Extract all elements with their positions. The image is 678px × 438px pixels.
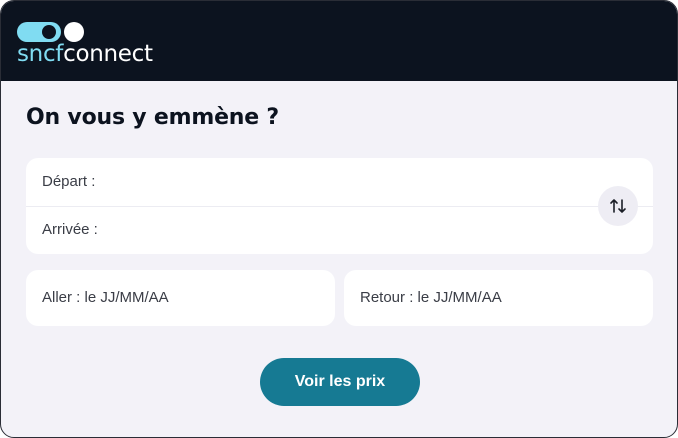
departure-field[interactable]: Départ : bbox=[42, 173, 95, 190]
swap-stations-button[interactable] bbox=[598, 186, 638, 226]
outbound-date-field[interactable]: Aller : le JJ/MM/AA bbox=[26, 270, 335, 326]
logo-toggle-knob bbox=[42, 25, 56, 39]
logo-wordmark[interactable]: sncfconnect bbox=[17, 41, 153, 67]
return-date-label: Retour : le JJ/MM/AA bbox=[360, 289, 502, 306]
arrival-field[interactable]: Arrivée : bbox=[42, 221, 98, 238]
logo-prefix: sncf bbox=[17, 41, 64, 67]
see-prices-button[interactable]: Voir les prix bbox=[260, 358, 420, 406]
app-header: sncfconnect bbox=[1, 1, 677, 81]
swap-vertical-icon bbox=[610, 199, 626, 213]
page-title: On vous y emmène ? bbox=[26, 105, 279, 130]
return-date-field[interactable]: Retour : le JJ/MM/AA bbox=[344, 270, 653, 326]
logo-dot bbox=[64, 22, 84, 42]
search-widget: sncfconnect On vous y emmène ? Départ : … bbox=[0, 0, 678, 438]
logo-suffix: connect bbox=[63, 41, 153, 67]
outbound-date-label: Aller : le JJ/MM/AA bbox=[42, 289, 169, 306]
route-divider bbox=[26, 206, 653, 207]
route-fields: Départ : Arrivée : bbox=[26, 158, 653, 254]
logo-toggle-shape bbox=[17, 22, 61, 42]
